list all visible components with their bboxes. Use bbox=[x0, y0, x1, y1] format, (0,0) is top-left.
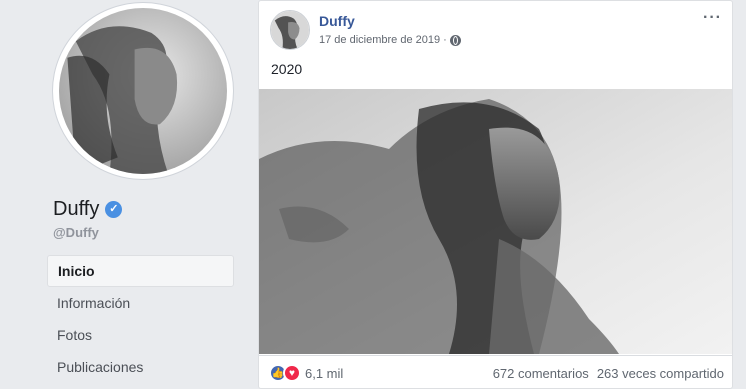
page-sidebar: Duffy ✓ @Duffy Inicio Información Fotos … bbox=[0, 0, 245, 389]
post-meta: 17 de diciembre de 2019 · bbox=[319, 34, 461, 46]
nav-item-fotos[interactable]: Fotos bbox=[47, 319, 234, 351]
page-nav: Inicio Información Fotos Publicaciones bbox=[47, 255, 234, 383]
post-author-avatar[interactable] bbox=[270, 10, 310, 50]
love-reaction-icon: ♥ bbox=[283, 364, 301, 382]
post-photo[interactable] bbox=[259, 89, 732, 354]
shares-count[interactable]: 263 veces compartido bbox=[597, 366, 724, 381]
verified-check-icon: ✓ bbox=[105, 201, 123, 218]
page-title: Duffy ✓ bbox=[53, 198, 123, 221]
page-name-text: Duffy bbox=[53, 198, 100, 220]
post-author-name[interactable]: Duffy bbox=[319, 13, 355, 29]
nav-item-informacion[interactable]: Información bbox=[47, 287, 234, 319]
nav-item-publicaciones[interactable]: Publicaciones bbox=[47, 351, 234, 383]
post-card: Duffy 17 de diciembre de 2019 · ··· 2020 bbox=[258, 0, 733, 389]
profile-photo-image bbox=[59, 8, 227, 174]
comments-count[interactable]: 672 comentarios bbox=[493, 366, 589, 381]
post-text: 2020 bbox=[271, 61, 303, 77]
page-handle[interactable]: @Duffy bbox=[53, 225, 99, 240]
nav-item-inicio[interactable]: Inicio bbox=[47, 255, 234, 287]
profile-picture[interactable] bbox=[52, 2, 234, 180]
post-reactions-bar: 👍 ♥ 6,1 mil 672 comentarios 263 veces co… bbox=[259, 355, 732, 388]
post-date[interactable]: 17 de diciembre de 2019 · bbox=[319, 34, 447, 46]
globe-icon bbox=[449, 34, 461, 46]
reaction-count[interactable]: 6,1 mil bbox=[305, 366, 343, 381]
reaction-icons[interactable]: 👍 ♥ bbox=[269, 364, 301, 382]
more-options-icon[interactable]: ··· bbox=[703, 9, 722, 27]
